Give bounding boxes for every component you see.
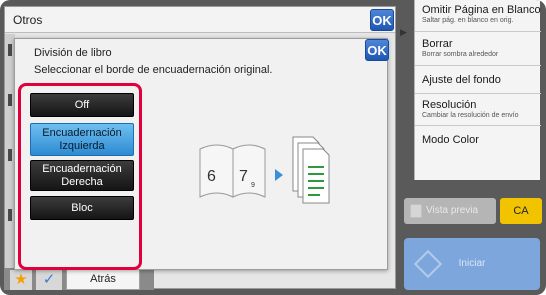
tab-marker[interactable] bbox=[8, 94, 12, 106]
option-left-binding-button[interactable]: Encuadernación Izquierda bbox=[30, 123, 134, 156]
dialog-ok-button[interactable]: OK bbox=[365, 39, 389, 61]
settings-item-title: Borrar bbox=[422, 38, 453, 50]
dialog-title: División de libro bbox=[34, 47, 112, 59]
settings-item-subtitle: Saltar pág. en blanco en orig. bbox=[422, 17, 514, 24]
arrow-right-icon bbox=[275, 169, 283, 181]
settings-item-background[interactable]: Ajuste del fondo bbox=[415, 66, 541, 94]
device-screen: Otros OK ▶ Omitir Página en Blanco Salta… bbox=[0, 0, 546, 295]
option-pad-button[interactable]: Bloc bbox=[30, 196, 134, 220]
tab-marker[interactable] bbox=[8, 44, 12, 56]
book-division-dialog: División de libro Seleccionar el borde d… bbox=[14, 38, 389, 270]
start-button-label: Iniciar bbox=[458, 258, 486, 269]
tab-marker[interactable] bbox=[8, 149, 12, 161]
settings-item-erase[interactable]: Borrar Borrar sombra alrededor bbox=[415, 38, 541, 66]
checkmark-icon[interactable]: ✓ bbox=[36, 270, 62, 290]
settings-item-subtitle: Cambiar la resolución de envío bbox=[422, 112, 519, 119]
preview-button-label: Vista previa bbox=[426, 205, 479, 216]
right-settings-panel: Omitir Página en Blanco Saltar pág. en b… bbox=[414, 0, 541, 180]
settings-item-title: Resolución bbox=[422, 99, 477, 111]
page-number-right: 7 bbox=[239, 168, 248, 185]
settings-item-subtitle: Borrar sombra alrededor bbox=[422, 51, 499, 58]
page-number-left: 6 bbox=[207, 168, 216, 185]
back-button[interactable]: Atrás bbox=[66, 268, 140, 290]
option-off-button[interactable]: Off bbox=[30, 93, 134, 117]
settings-item-color-mode[interactable]: Modo Color bbox=[415, 126, 541, 154]
settings-item-title: Ajuste del fondo bbox=[422, 74, 501, 86]
favorite-star-icon[interactable]: ★ bbox=[10, 270, 32, 290]
document-icon bbox=[410, 204, 422, 218]
option-right-binding-button[interactable]: Encuadernación Derecha bbox=[30, 160, 134, 191]
others-dialog-header: Otros OK bbox=[5, 7, 395, 33]
page-number-sub: 9 bbox=[251, 182, 255, 189]
others-dialog-title: Otros bbox=[13, 13, 43, 27]
settings-item-resolution[interactable]: Resolución Cambiar la resolución de enví… bbox=[415, 96, 541, 126]
book-division-illustration: 6 7 9 bbox=[199, 136, 330, 204]
others-ok-button[interactable]: OK bbox=[370, 9, 394, 31]
dialog-subtitle: Seleccionar el borde de encuadernación o… bbox=[34, 64, 273, 76]
start-button[interactable]: Iniciar bbox=[404, 238, 540, 290]
settings-item-skip-blank[interactable]: Omitir Página en Blanco Saltar pág. en b… bbox=[415, 4, 541, 32]
binding-options-group: Off Encuadernación Izquierda Encuadernac… bbox=[18, 83, 142, 270]
start-icon bbox=[413, 249, 443, 279]
book-right-page bbox=[232, 144, 266, 198]
tab-marker[interactable] bbox=[8, 209, 12, 221]
ca-button[interactable]: CA bbox=[500, 198, 542, 224]
preview-button[interactable]: Vista previa bbox=[404, 198, 496, 224]
settings-item-title: Omitir Página en Blanco bbox=[422, 4, 541, 16]
book-left-page bbox=[199, 144, 234, 198]
settings-item-title: Modo Color bbox=[422, 134, 479, 146]
play-arrow-icon: ▶ bbox=[400, 27, 407, 37]
